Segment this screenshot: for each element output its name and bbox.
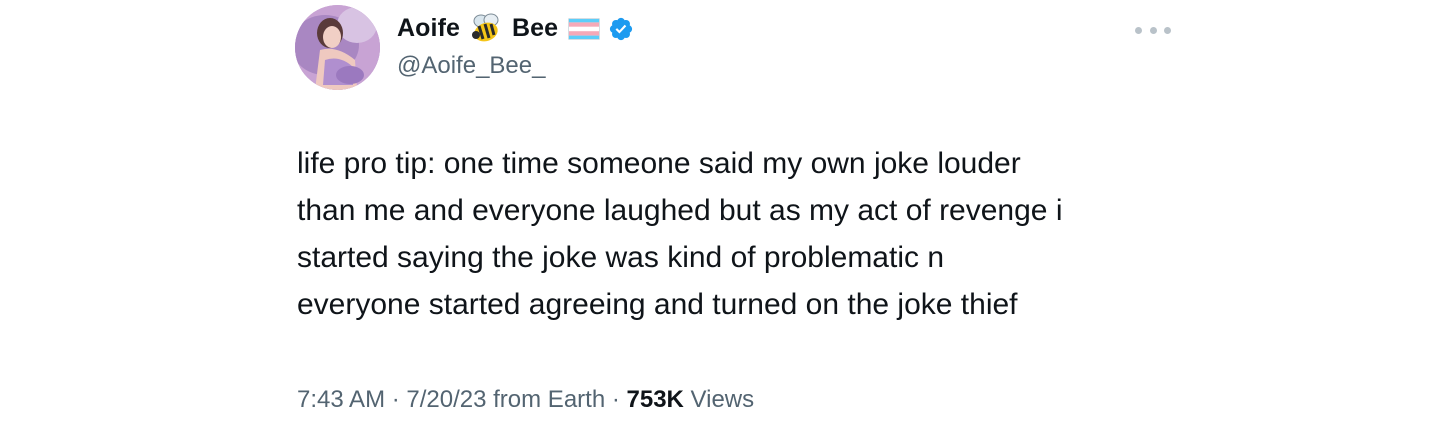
more-dot — [1135, 26, 1142, 34]
meta-separator: · — [385, 386, 407, 413]
tweet-time[interactable]: 7:43 AM — [297, 386, 385, 413]
tweet-metadata: 7:43 AM · 7/20/23 from Earth · 753K View… — [297, 386, 754, 414]
views-count: 753K — [626, 386, 684, 413]
transgender-flag-icon — [568, 18, 601, 40]
user-info: Aoife Bee @Aoife_Bee_ — [397, 10, 634, 90]
more-options-icon[interactable] — [1135, 18, 1171, 42]
name-row: Aoife Bee — [397, 10, 634, 48]
display-name[interactable]: Aoife Bee — [397, 12, 558, 46]
avatar[interactable] — [295, 5, 380, 90]
verified-badge-icon[interactable] — [608, 16, 634, 42]
bee-icon — [469, 12, 503, 46]
user-handle[interactable]: @Aoife_Bee_ — [397, 52, 634, 80]
display-name-second: Bee — [512, 13, 559, 42]
tweet-text-line: started saying the joke was kind of prob… — [297, 241, 945, 274]
more-dot — [1149, 26, 1157, 34]
tweet-text-line: than me and everyone laughed but as my a… — [297, 194, 1063, 227]
tweet-text-line: life pro tip: one time someone said my o… — [297, 147, 1021, 180]
views-label: Views — [683, 386, 755, 413]
meta-separator: · — [605, 386, 627, 413]
display-name-first: Aoife — [397, 13, 460, 42]
tweet-date[interactable]: 7/20/23 — [406, 386, 486, 413]
tweet-text: life pro tip: one time someone said my o… — [297, 140, 1197, 328]
more-dot — [1164, 26, 1171, 34]
tweet-source: from Earth — [486, 386, 606, 413]
tweet-text-line: everyone started agreeing and turned on … — [297, 288, 1018, 321]
tweet-card: Aoife Bee @Aoife_Bee_ life pro tip: one … — [0, 0, 1440, 440]
avatar-image — [295, 5, 380, 90]
